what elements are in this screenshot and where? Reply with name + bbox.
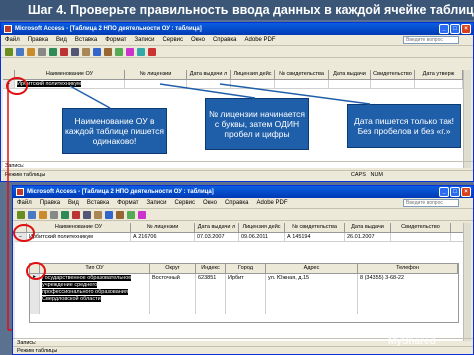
spell-icon[interactable] — [61, 210, 69, 219]
help-search-input-2[interactable]: Введите вопрос — [403, 199, 459, 207]
col2-cert[interactable]: Свидетельство — [391, 223, 451, 232]
menu2-window[interactable]: Окно — [203, 200, 217, 206]
arrow-to-name — [69, 85, 111, 109]
menu2-edit[interactable]: Правка — [40, 200, 60, 206]
arrow-to-date — [219, 83, 371, 105]
cell2-license-no[interactable]: А 216706 — [131, 233, 195, 241]
menu2-adobe[interactable]: Adobe PDF — [257, 200, 288, 206]
datasheet-2-header: Наименование ОУ № лицензии Дата выдачи л… — [15, 223, 463, 233]
find-icon[interactable] — [138, 210, 146, 219]
menu2-format[interactable]: Формат — [117, 200, 138, 206]
sub-col-index[interactable]: Индекс — [196, 264, 226, 273]
vertical-scrollbar-2[interactable] — [463, 223, 471, 341]
highlight-ring-expand — [13, 224, 35, 242]
cell2-cert-no[interactable]: А 145194 — [285, 233, 345, 241]
minimize-button-2[interactable]: _ — [439, 187, 449, 197]
maximize-button-2[interactable]: □ — [450, 187, 460, 197]
cut-icon[interactable] — [72, 210, 80, 219]
datasheet-2: Наименование ОУ № лицензии Дата выдачи л… — [15, 223, 463, 341]
subdatasheet: Тип ОУ Округ Индекс Город Адрес Телефон … — [29, 263, 459, 323]
sub-cell-index[interactable]: 623851 — [196, 274, 226, 314]
status-bar-2: Режим таблицы — [13, 346, 473, 354]
sort-icon[interactable] — [116, 210, 124, 219]
window2-title: Microsoft Access - [Таблица 2 НПО деятел… — [27, 189, 214, 195]
view-icon[interactable] — [17, 210, 25, 219]
col2-cert-date[interactable]: Дата выдачи — [345, 223, 391, 232]
sub-col-district[interactable]: Округ — [150, 264, 196, 273]
menu2-view[interactable]: Вид — [68, 200, 79, 206]
cell2-license-date[interactable]: 07.03.2007 — [195, 233, 239, 241]
window2-toolbar — [13, 209, 473, 221]
menu2-file[interactable]: Файл — [17, 200, 32, 206]
col2-license-date[interactable]: Дата выдачи л — [195, 223, 239, 232]
sub-col-address[interactable]: Адрес — [266, 264, 358, 273]
sub-cell-address[interactable]: ул. Южная, д.15 — [266, 274, 358, 314]
window2-menubar: Файл Правка Вид Вставка Формат Записи Се… — [13, 198, 473, 209]
sub-cell-district[interactable]: Восточный — [150, 274, 196, 314]
filter-icon[interactable] — [127, 210, 135, 219]
cell2-license-valid[interactable]: 09.06.2011 — [239, 233, 285, 241]
col2-license-no[interactable]: № лицензии — [131, 223, 195, 232]
menu2-help[interactable]: Справка — [225, 200, 249, 206]
window2-titlebar: Microsoft Access - [Таблица 2 НПО деятел… — [13, 186, 473, 198]
sub-cell-phone[interactable]: 8 (34355) 3-68-22 — [358, 274, 458, 314]
sub-cell-type[interactable]: Государственное образовательное учрежден… — [42, 275, 132, 302]
copy-icon[interactable] — [83, 210, 91, 219]
menu2-tools[interactable]: Сервис — [174, 200, 195, 206]
cell2-name[interactable]: Ирбитский политехникум — [27, 233, 131, 241]
sub-col-type[interactable]: Тип ОУ — [40, 264, 150, 273]
paste-icon[interactable] — [94, 210, 102, 219]
col2-name[interactable]: Наименование ОУ — [27, 223, 131, 232]
undo-icon[interactable] — [105, 210, 113, 219]
access-window-2: Microsoft Access - [Таблица 2 НПО деятел… — [12, 185, 474, 355]
menu2-records[interactable]: Записи — [147, 200, 167, 206]
sub-row-selector[interactable]: ▸ — [30, 274, 40, 314]
cell2-cert-date[interactable]: 26.01.2007 — [345, 233, 391, 241]
watermark: MyShared — [388, 336, 436, 347]
status-mode-2: Режим таблицы — [17, 348, 58, 354]
preview-icon[interactable] — [50, 210, 58, 219]
close-button-2[interactable]: × — [461, 187, 471, 197]
col2-cert-no[interactable]: № свидетельства — [285, 223, 345, 232]
access-icon-2 — [16, 188, 24, 196]
sub-col-city[interactable]: Город — [226, 264, 266, 273]
print-icon[interactable] — [39, 210, 47, 219]
highlight-ring-sub-selector — [26, 262, 46, 280]
table-row[interactable]: − Ирбитский политехникум А 216706 07.03.… — [15, 233, 463, 242]
sub-col-phone[interactable]: Телефон — [358, 264, 458, 273]
save-icon[interactable] — [28, 210, 36, 219]
subdatasheet-header: Тип ОУ Округ Индекс Город Адрес Телефон — [30, 264, 458, 274]
sub-cell-city[interactable]: Ирбит — [226, 274, 266, 314]
menu2-insert[interactable]: Вставка — [87, 200, 109, 206]
col2-license-valid[interactable]: Лицензия дейс — [239, 223, 285, 232]
cell2-cert[interactable] — [391, 233, 451, 241]
sub-table-row[interactable]: ▸ Государственное образовательное учрежд… — [30, 274, 458, 314]
